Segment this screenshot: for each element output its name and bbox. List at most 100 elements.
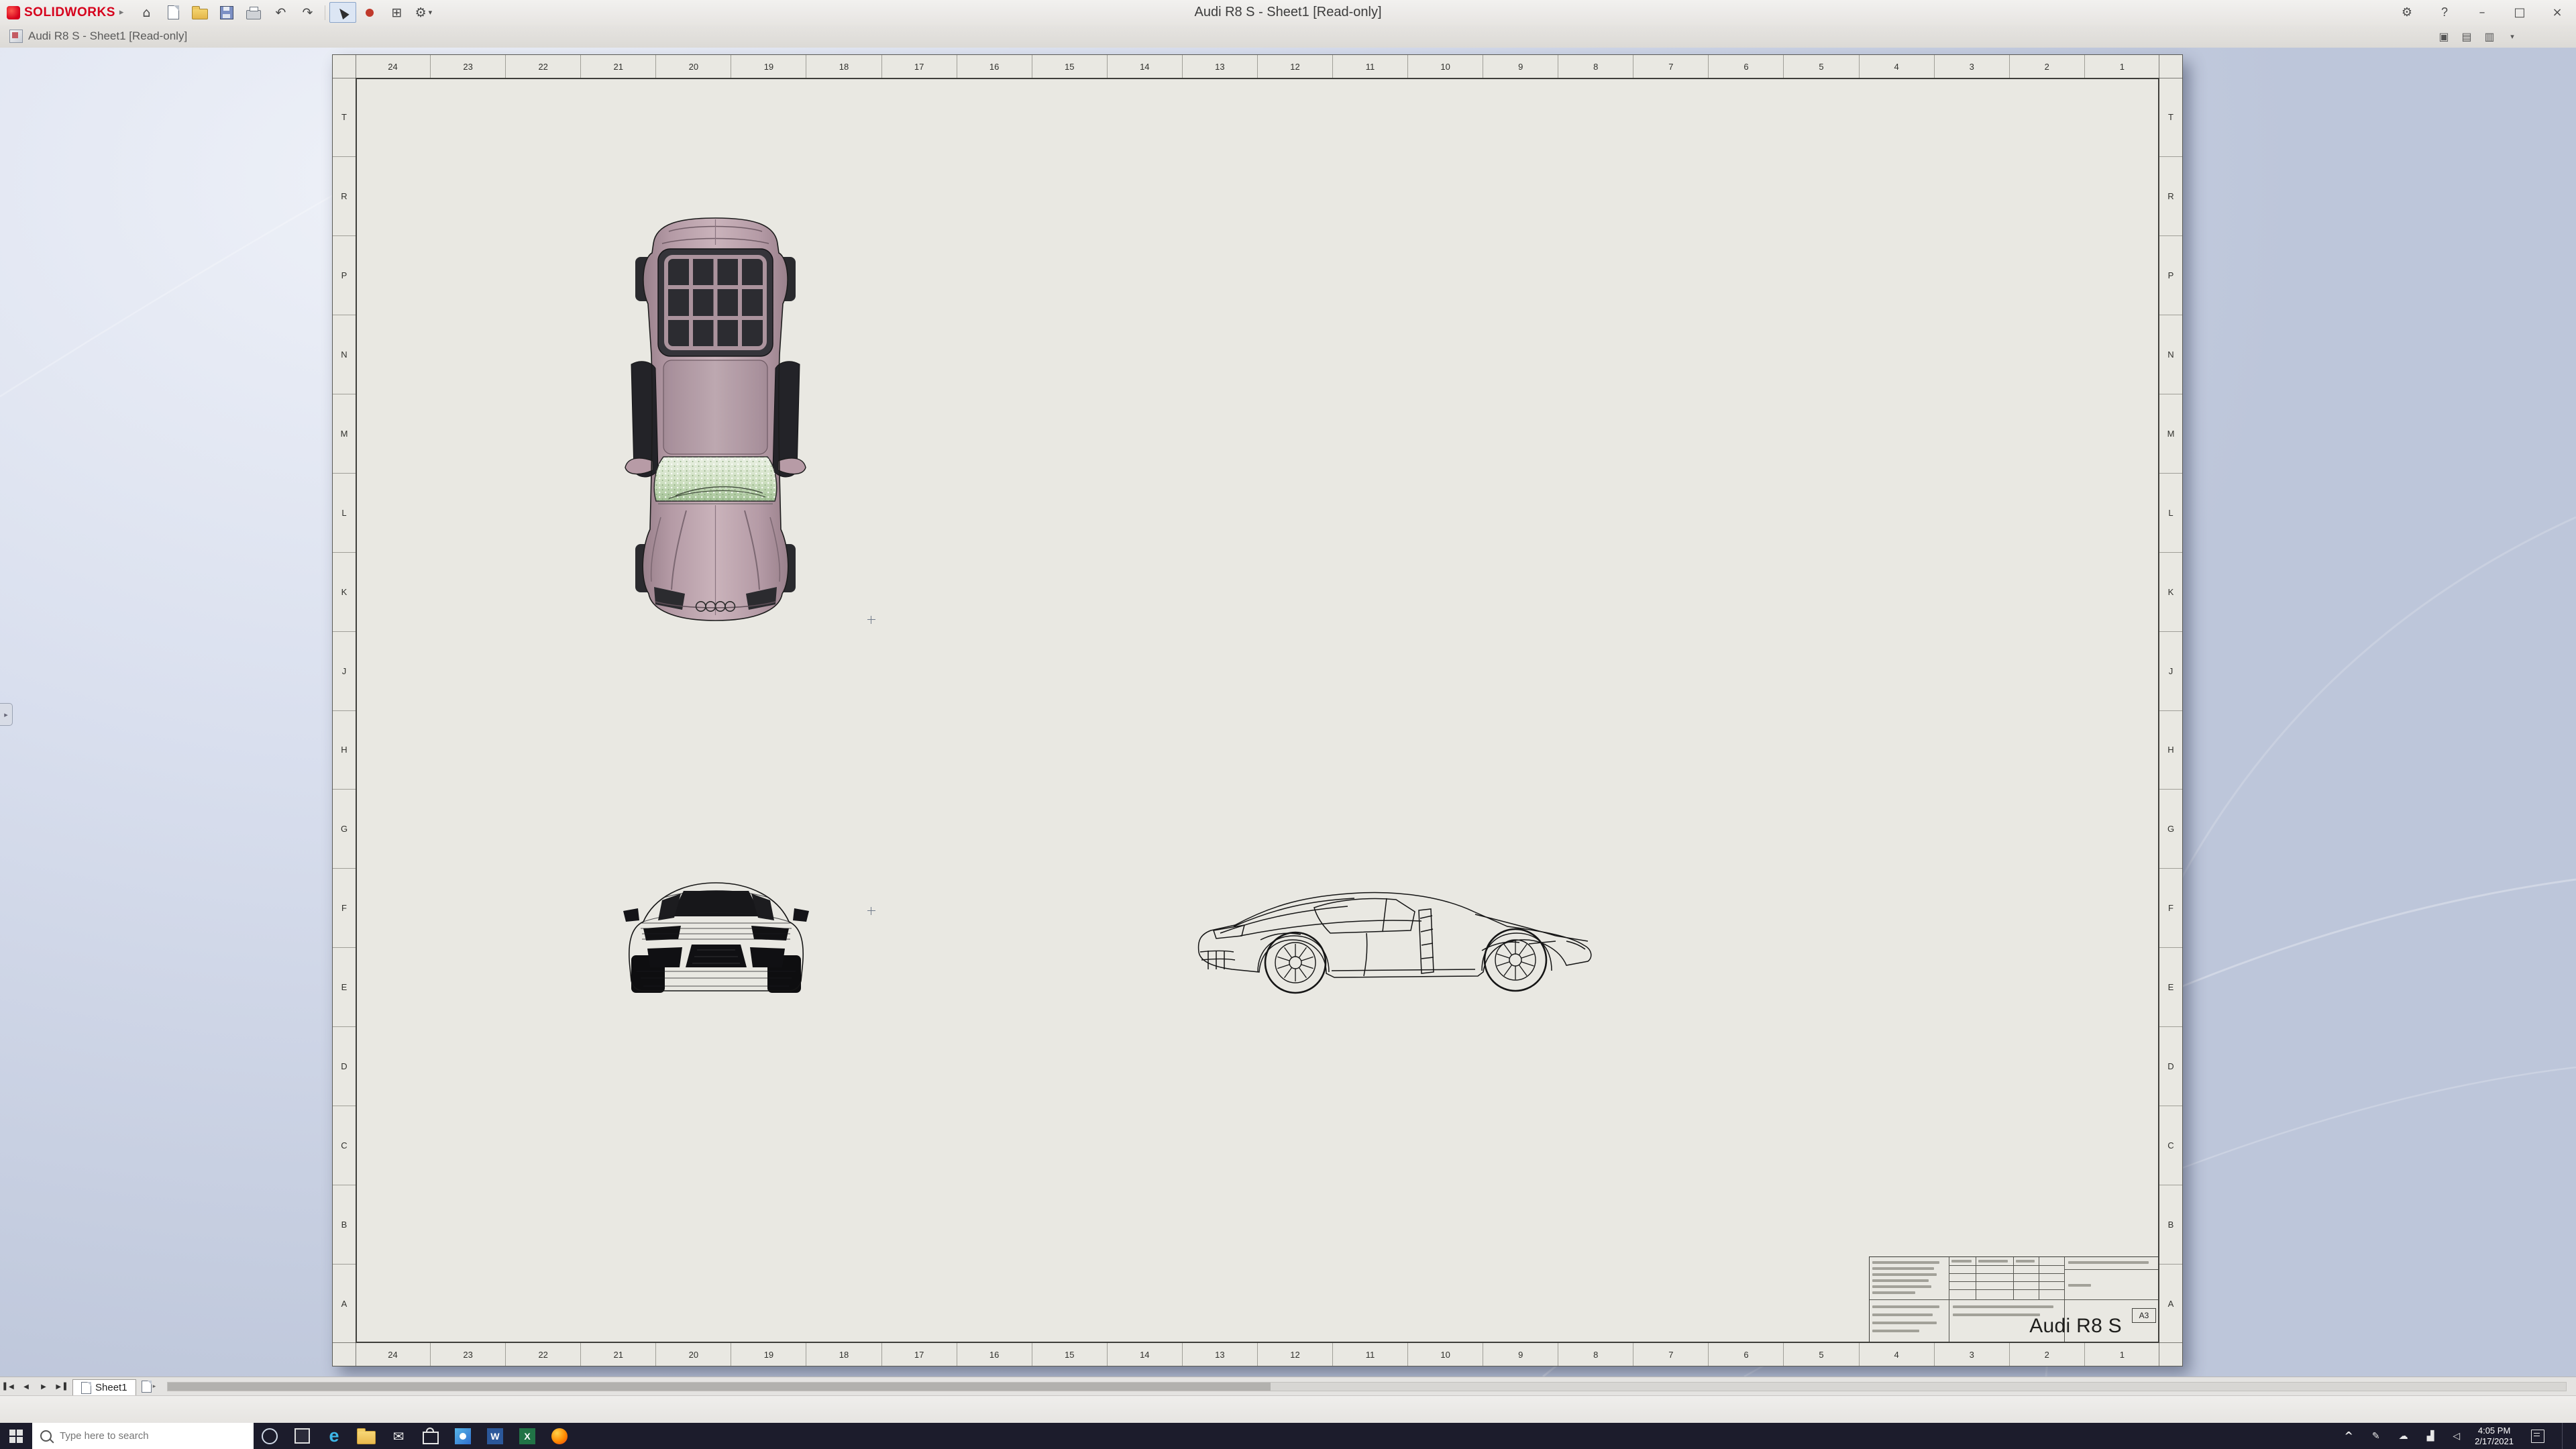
cortana-icon [262, 1428, 278, 1444]
gear-icon: ⚙ [2402, 5, 2412, 19]
document-title: Audi R8 S - Sheet1 [Read-only] [28, 30, 187, 43]
zone-column-label: 9 [1483, 55, 1558, 78]
title-block-line [1949, 1289, 2064, 1290]
sheet-corner [2159, 55, 2182, 78]
car-side-view-drawing[interactable] [1193, 871, 1597, 1004]
panel-collapse-tab[interactable]: ▸ [0, 703, 13, 726]
close-button[interactable]: × [2538, 0, 2576, 25]
show-desktop-button[interactable] [2562, 1423, 2568, 1449]
task-view-button[interactable] [286, 1423, 318, 1449]
select-tool-button[interactable] [329, 2, 356, 23]
zone-ruler-bottom: 242322212019181716151413121110987654321 [356, 1342, 2159, 1366]
zone-column-label: 11 [1333, 55, 1408, 78]
taskbar-app-file-explorer[interactable] [350, 1423, 382, 1449]
horizontal-scrollbar[interactable] [167, 1382, 2567, 1391]
zone-row-label: A [333, 1265, 356, 1343]
taskbar-search[interactable] [32, 1423, 254, 1449]
view-shaded-button[interactable]: ▣ [2432, 27, 2455, 46]
taskbar-app-mail[interactable]: ✉ [382, 1423, 415, 1449]
zone-column-label: 22 [506, 1343, 581, 1366]
taskbar-app-store[interactable] [415, 1423, 447, 1449]
record-macro-button[interactable] [356, 2, 383, 23]
start-button[interactable] [0, 1423, 32, 1449]
search-input[interactable] [58, 1430, 246, 1442]
zone-row-label: R [2159, 157, 2182, 236]
zone-column-label: 15 [1032, 55, 1108, 78]
browser-icon [551, 1428, 568, 1444]
print-button[interactable] [240, 2, 267, 23]
first-sheet-button[interactable]: ▌◀ [0, 1379, 17, 1394]
next-sheet-button[interactable]: ▶ [35, 1379, 52, 1394]
search-icon [40, 1430, 52, 1442]
zone-column-label: 14 [1108, 1343, 1183, 1366]
graphics-area[interactable]: ▸ 24232221201918171615141312111098765432… [0, 48, 2576, 1377]
cortana-button[interactable] [254, 1423, 286, 1449]
new-document-button[interactable] [160, 2, 186, 23]
last-sheet-button[interactable]: ▶▐ [52, 1379, 70, 1394]
zone-row-label: H [2159, 711, 2182, 790]
home-button[interactable]: ⌂ [133, 2, 160, 23]
zone-column-label: 24 [356, 55, 431, 78]
title-bar: SOLIDWORKS ▸ ⌂ ↶ ↷ ⊞ ⚙▾ Audi R8 S - Shee… [0, 0, 2576, 25]
previous-sheet-button[interactable]: ◀ [17, 1379, 35, 1394]
tray-chevron-up-icon[interactable]: ^ [2340, 1429, 2357, 1443]
window-title: Audi R8 S - Sheet1 [Read-only] [1194, 5, 1381, 20]
zone-row-label: B [2159, 1185, 2182, 1265]
zone-column-label: 6 [1709, 55, 1784, 78]
maximize-button[interactable]: □ [2501, 0, 2538, 25]
sheet-page-icon [81, 1382, 91, 1394]
open-folder-icon [192, 9, 208, 19]
add-sheet-button[interactable]: ▸ [138, 1379, 160, 1394]
document-window-bar: Audi R8 S - Sheet1 [Read-only] ▣ ▤ ▥ ▾ [0, 25, 2576, 48]
scrollbar-thumb[interactable] [168, 1383, 1271, 1391]
solidworks-logo-icon [7, 6, 20, 19]
zone-column-label: 6 [1709, 1343, 1784, 1366]
tray-cloud-icon[interactable]: ☁ [2395, 1430, 2412, 1442]
options-button[interactable]: ⚙▾ [410, 2, 437, 23]
solidworks-logo-text: SOLIDWORKS [24, 5, 115, 20]
taskbar-app-edge[interactable]: e [318, 1423, 350, 1449]
sheet-tab-sheet1[interactable]: Sheet1 [72, 1379, 136, 1396]
minimize-button[interactable]: – [2463, 0, 2501, 25]
help-button[interactable]: ? [2426, 0, 2463, 25]
undo-button[interactable]: ↶ [267, 2, 294, 23]
menu-expand-icon[interactable]: ▸ [119, 7, 124, 17]
taskbar-app-word[interactable]: W [479, 1423, 511, 1449]
tray-network-icon[interactable]: ▟ [2423, 1430, 2438, 1442]
photos-icon [455, 1428, 471, 1444]
taskbar-app-excel[interactable]: X [511, 1423, 543, 1449]
open-button[interactable] [186, 2, 213, 23]
chevron-down-icon: ▾ [429, 8, 433, 17]
taskbar-app-browser[interactable] [543, 1423, 576, 1449]
tray-speaker-icon[interactable]: ◁ [2449, 1430, 2464, 1442]
view-options-button[interactable]: ▾ [2501, 27, 2524, 46]
drawing-sheet[interactable]: 242322212019181716151413121110987654321 … [332, 54, 2183, 1366]
action-center-button[interactable] [2524, 1423, 2551, 1449]
system-tray: ^ ✎ ☁ ▟ ◁ 4:05 PM 2/17/2021 [2332, 1423, 2576, 1449]
zone-row-label: J [333, 632, 356, 711]
zone-column-label: 1 [2085, 55, 2159, 78]
save-button[interactable] [213, 2, 240, 23]
view-lines-button[interactable]: ▤ [2455, 27, 2478, 46]
car-top-view-drawing[interactable] [622, 214, 809, 625]
view-grid-icon: ▥ [2484, 30, 2494, 43]
sheet-drawing-area[interactable]: Audi R8 S A3 [356, 78, 2159, 1343]
zone-column-label: 18 [806, 55, 881, 78]
zone-column-label: 12 [1258, 1343, 1333, 1366]
word-icon: W [487, 1428, 503, 1444]
zone-row-label: N [333, 315, 356, 394]
tray-pen-icon[interactable]: ✎ [2368, 1430, 2384, 1442]
options-gear-button[interactable]: ⚙ [2388, 0, 2426, 25]
sheet-format-button[interactable]: ⊞ [383, 2, 410, 23]
redo-icon: ↷ [302, 5, 313, 20]
new-document-icon [168, 5, 179, 19]
zone-row-label: D [333, 1027, 356, 1106]
zone-column-label: 16 [957, 1343, 1032, 1366]
view-grid-button[interactable]: ▥ [2478, 27, 2501, 46]
sheet-tab-bar: ▌◀ ◀ ▶ ▶▐ Sheet1 ▸ [0, 1377, 2576, 1396]
taskbar-clock[interactable]: 4:05 PM 2/17/2021 [2475, 1426, 2514, 1447]
taskbar-app-photos[interactable] [447, 1423, 479, 1449]
view-lines-icon: ▤ [2461, 30, 2471, 43]
car-front-view-drawing[interactable] [623, 868, 809, 996]
redo-button[interactable]: ↷ [294, 2, 321, 23]
